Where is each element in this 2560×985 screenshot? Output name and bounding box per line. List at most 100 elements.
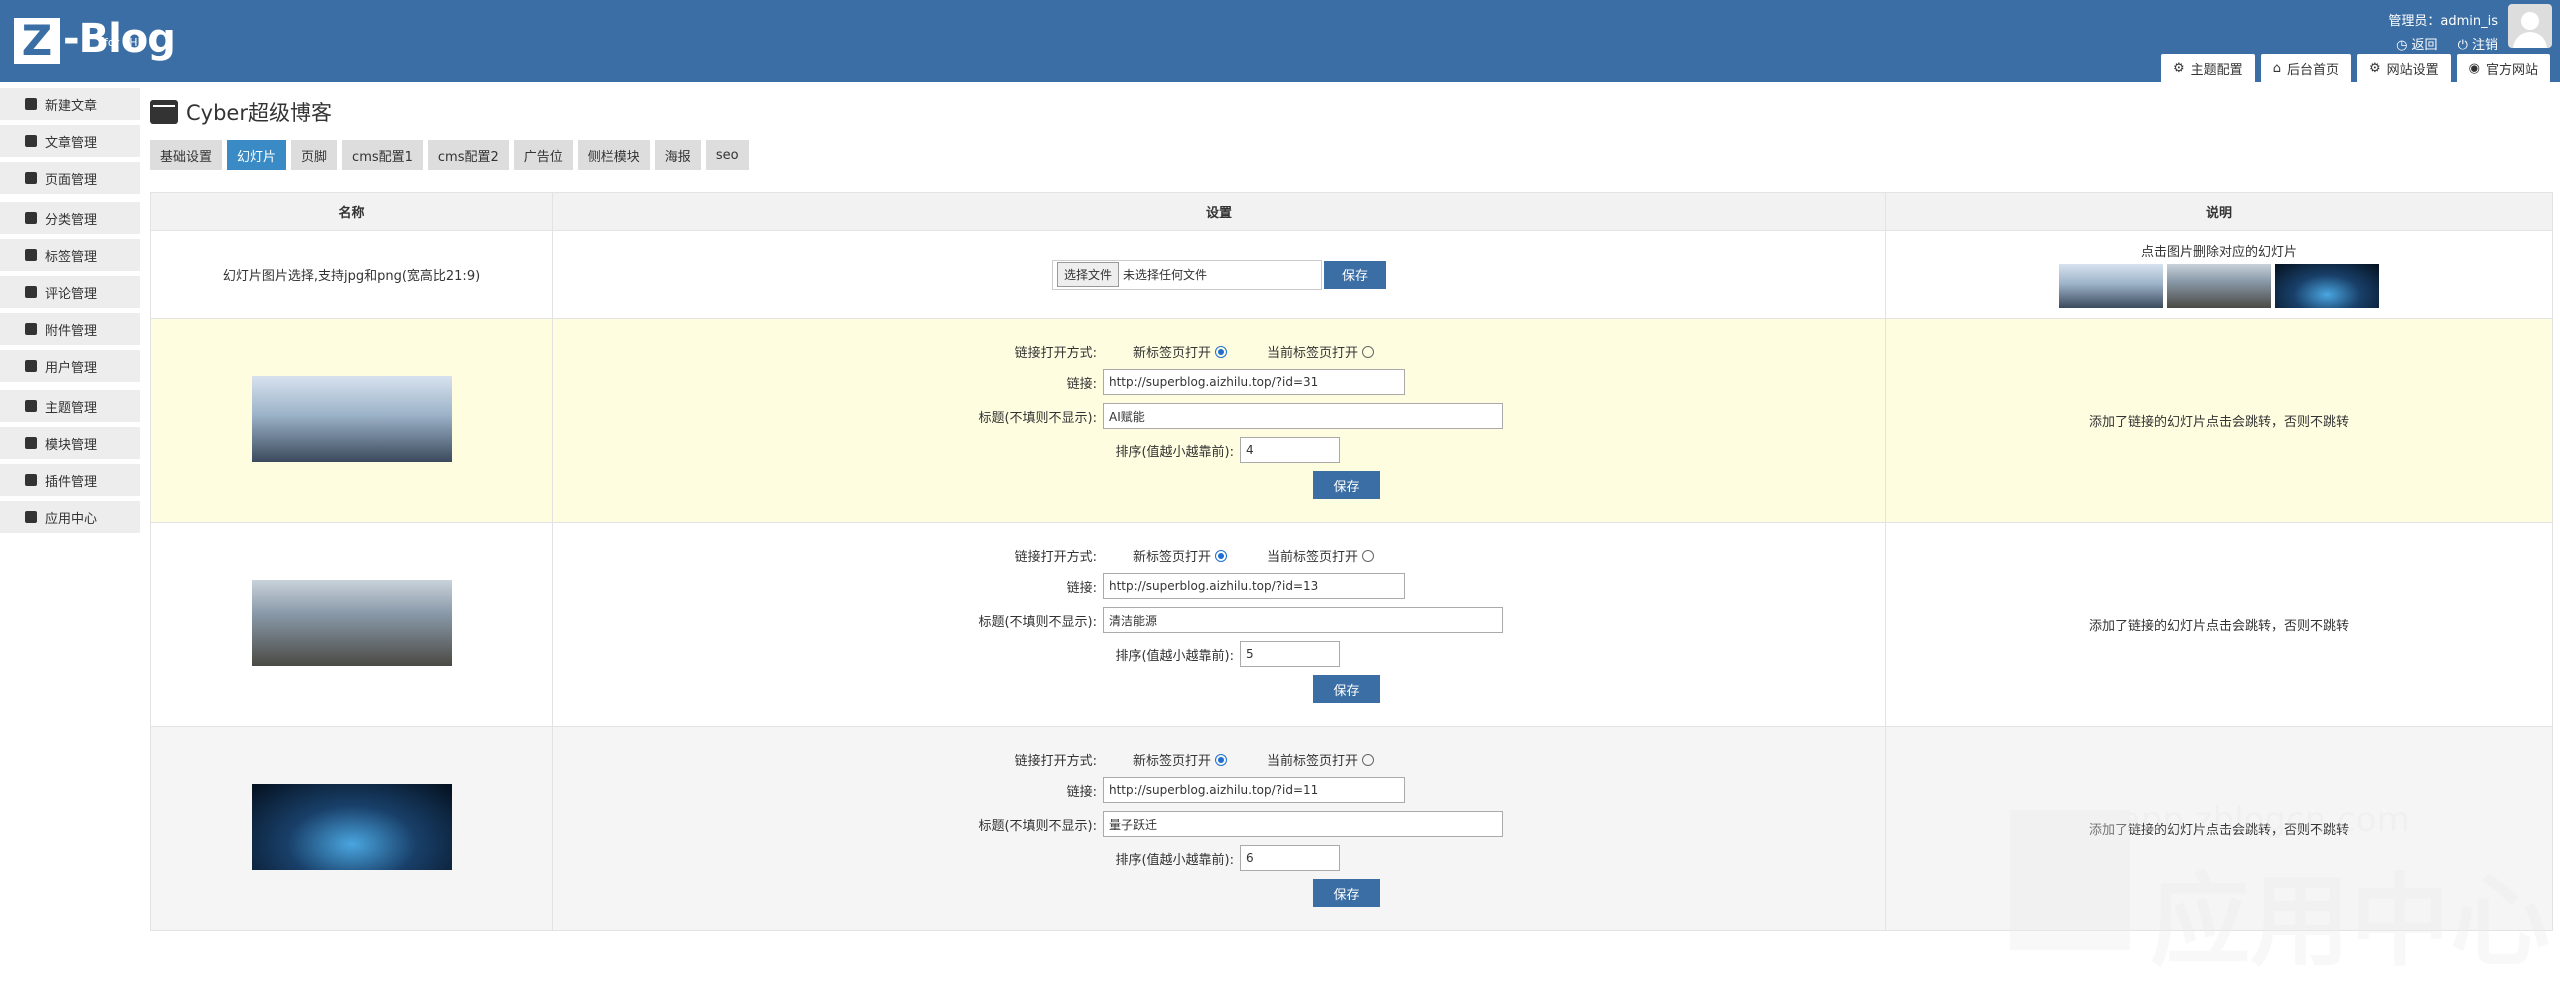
zblog-logo[interactable]: Z -Blog <box>14 18 176 68</box>
avatar[interactable] <box>2508 4 2552 48</box>
admin-label: 管理员：admin_is <box>2388 14 2498 29</box>
gear-icon: ⚙ <box>2173 60 2185 76</box>
header-bar: Z -Blog for PHP 管理员：admin_is ◷ 返回 ⏻ 注销 ⚙… <box>0 0 2560 82</box>
slide-thumbnail[interactable] <box>2275 264 2379 308</box>
document-icon <box>25 135 37 147</box>
folder-icon <box>25 212 37 224</box>
upload-description: 点击图片删除对应的幻灯片 <box>2140 245 2297 260</box>
slide-description: 添加了链接的幻灯片点击会跳转，否则不跳转 <box>1885 522 2553 727</box>
link-input[interactable]: http://superblog.aizhilu.top/?id=13 <box>1103 573 1405 599</box>
logo-z-icon: Z <box>14 18 60 64</box>
upload-save-button[interactable]: 保存 <box>1323 260 1386 289</box>
new-tab-radio[interactable] <box>1215 753 1228 766</box>
sidebar-item-users[interactable]: 用户管理 <box>0 350 140 382</box>
sidebar-item-new-article[interactable]: 新建文章 <box>0 88 140 120</box>
comment-icon <box>25 286 37 298</box>
slide-image <box>251 579 452 666</box>
slide-description: 添加了链接的幻灯片点击会跳转，否则不跳转 <box>1885 726 2553 931</box>
sidebar-item-plugins[interactable]: 插件管理 <box>0 464 140 496</box>
window-icon <box>150 100 178 124</box>
upload-label: 幻灯片图片选择,支持jpg和png(宽高比21:9) <box>150 230 553 319</box>
save-button[interactable]: 保存 <box>1313 471 1380 499</box>
column-header-description: 说明 <box>1885 192 2553 231</box>
order-input[interactable]: 4 <box>1240 437 1340 463</box>
sidebar-item-themes[interactable]: 主题管理 <box>0 390 140 422</box>
new-tab-label: 新标签页打开 <box>1133 550 1212 565</box>
current-tab-radio[interactable] <box>1362 345 1375 358</box>
title-input[interactable]: 量子跃迁 <box>1103 811 1503 837</box>
app-center-icon <box>25 511 37 523</box>
tab-sidebar-modules[interactable]: 侧栏模块 <box>577 140 650 170</box>
column-header-settings: 设置 <box>552 192 1886 231</box>
users-icon <box>25 360 37 372</box>
slide-thumbnail[interactable] <box>2059 264 2163 308</box>
attachment-icon <box>25 323 37 335</box>
link-input[interactable]: http://superblog.aizhilu.top/?id=11 <box>1103 777 1405 803</box>
tab-poster[interactable]: 海报 <box>654 140 701 170</box>
slide-form: 链接打开方式: 新标签页打开 当前标签页打开 链接: http://superb… <box>935 538 1503 711</box>
order-label: 排序(值越小越靠前): <box>1115 852 1234 868</box>
slide-form: 链接打开方式: 新标签页打开 当前标签页打开 链接: http://superb… <box>935 742 1503 915</box>
globe-icon: ◉ <box>2468 60 2480 76</box>
open-mode-label: 链接打开方式: <box>1014 550 1097 565</box>
order-input[interactable]: 5 <box>1240 641 1340 667</box>
save-button[interactable]: 保存 <box>1313 675 1380 703</box>
current-tab-radio[interactable] <box>1362 549 1375 562</box>
new-tab-radio[interactable] <box>1215 345 1228 358</box>
save-button[interactable]: 保存 <box>1313 879 1380 907</box>
sidebar-item-app-center[interactable]: 应用中心 <box>0 501 140 533</box>
sidebar-item-articles[interactable]: 文章管理 <box>0 125 140 157</box>
tab-official-site[interactable]: ◉ 官方网站 <box>2456 54 2550 82</box>
config-tabs: 基础设置 幻灯片 页脚 cms配置1 cms配置2 广告位 侧栏模块 海报 se… <box>150 140 2552 170</box>
sidebar-item-modules[interactable]: 模块管理 <box>0 427 140 459</box>
file-status: 未选择任何文件 <box>1123 268 1208 282</box>
tab-seo[interactable]: seo <box>705 140 749 170</box>
current-tab-label: 当前标签页打开 <box>1267 346 1359 361</box>
open-mode-label: 链接打开方式: <box>1014 346 1097 361</box>
choose-file-button[interactable]: 选择文件 <box>1056 262 1119 287</box>
order-input[interactable]: 6 <box>1240 845 1340 871</box>
title-label: 标题(不填则不显示): <box>978 614 1097 630</box>
logo-subtitle: for PHP <box>104 36 145 49</box>
new-tab-radio[interactable] <box>1215 549 1228 562</box>
tab-admin-home[interactable]: ⌂ 后台首页 <box>2260 54 2351 82</box>
back-link[interactable]: ◷ 返回 <box>2396 34 2438 53</box>
sidebar-item-categories[interactable]: 分类管理 <box>0 202 140 234</box>
main-content: Cyber超级博客 基础设置 幻灯片 页脚 cms配置1 cms配置2 广告位 … <box>150 92 2553 931</box>
tab-footer[interactable]: 页脚 <box>291 140 338 170</box>
tab-slides[interactable]: 幻灯片 <box>227 140 287 170</box>
sidebar-item-pages[interactable]: 页面管理 <box>0 162 140 194</box>
logout-link[interactable]: ⏻ 注销 <box>2458 34 2498 53</box>
slide-thumbnail[interactable] <box>2167 264 2271 308</box>
slide-row: 链接打开方式: 新标签页打开 当前标签页打开 链接: http://superb… <box>150 318 2553 523</box>
link-label: 链接: <box>1066 580 1097 596</box>
slide-image <box>251 375 452 462</box>
tab-cms2[interactable]: cms配置2 <box>427 140 509 170</box>
title-input[interactable]: 清洁能源 <box>1103 607 1503 633</box>
slide-description: 添加了链接的幻灯片点击会跳转，否则不跳转 <box>1885 318 2553 523</box>
current-tab-radio[interactable] <box>1362 753 1375 766</box>
sidebar-item-attachments[interactable]: 附件管理 <box>0 313 140 345</box>
tag-icon <box>25 249 37 261</box>
gear-icon: ⚙ <box>2368 60 2381 76</box>
new-tab-label: 新标签页打开 <box>1133 754 1212 769</box>
tab-theme-config[interactable]: ⚙ 主题配置 <box>2161 54 2255 82</box>
slide-form: 链接打开方式: 新标签页打开 当前标签页打开 链接: http://superb… <box>935 334 1503 507</box>
page-icon <box>25 172 37 184</box>
sidebar-item-comments[interactable]: 评论管理 <box>0 276 140 308</box>
tab-basic[interactable]: 基础设置 <box>150 140 223 170</box>
open-mode-label: 链接打开方式: <box>1014 754 1097 769</box>
tab-site-settings[interactable]: ⚙ 网站设置 <box>2356 54 2451 82</box>
tab-cms1[interactable]: cms配置1 <box>342 140 423 170</box>
home-icon: ⌂ <box>2272 60 2281 76</box>
admin-info: 管理员：admin_is ◷ 返回 ⏻ 注销 <box>2388 10 2498 53</box>
tab-ads[interactable]: 广告位 <box>513 140 573 170</box>
edit-icon <box>25 98 37 110</box>
file-input[interactable]: 选择文件 未选择任何文件 <box>1051 259 1322 290</box>
slide-row: 链接打开方式: 新标签页打开 当前标签页打开 链接: http://superb… <box>150 726 2553 931</box>
link-input[interactable]: http://superblog.aizhilu.top/?id=31 <box>1103 369 1405 395</box>
current-tab-label: 当前标签页打开 <box>1267 754 1359 769</box>
sidebar-item-tags[interactable]: 标签管理 <box>0 239 140 271</box>
page-title: Cyber超级博客 <box>150 92 2552 132</box>
title-input[interactable]: AI赋能 <box>1103 403 1503 429</box>
